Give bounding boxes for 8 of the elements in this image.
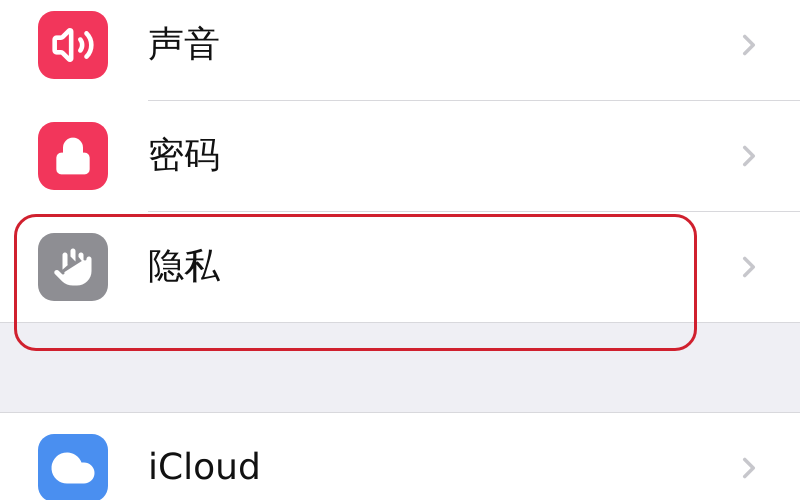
row-label: iCloud [148, 446, 262, 490]
row-label: 密码 [148, 134, 221, 178]
settings-row[interactable]: 隐私 [0, 212, 800, 322]
settings-row[interactable]: 密码 [0, 101, 800, 211]
settings-row[interactable]: iCloud [0, 413, 800, 500]
row-label: 隐私 [148, 245, 221, 289]
settings-row[interactable]: 声音 [0, 0, 800, 100]
row-label: 声音 [148, 23, 221, 67]
